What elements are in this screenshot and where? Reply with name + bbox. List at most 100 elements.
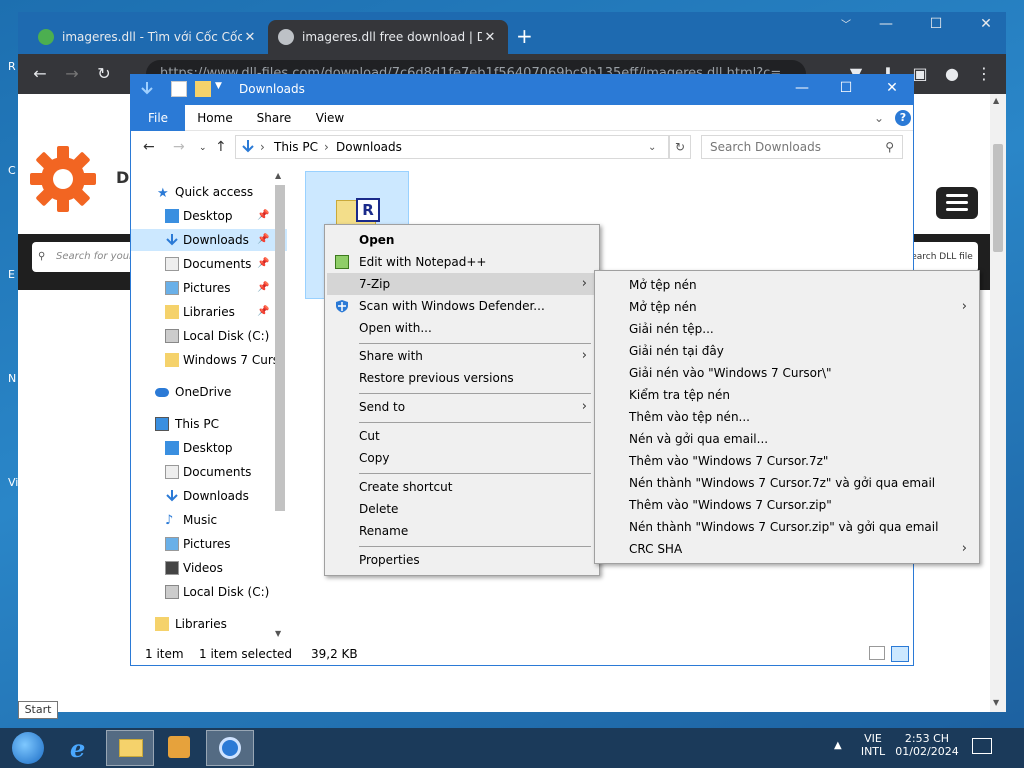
clock[interactable]: 2:53 CH 01/02/2024 [894,732,960,758]
nav-qa-local-disk[interactable]: Local Disk (C:) [131,325,287,347]
browser-tab-2[interactable]: imageres.dll free download | DLL ✕ [268,20,508,54]
forward-arrow-icon[interactable]: → [60,64,84,83]
chevron-down-icon[interactable]: ⌄ [871,105,887,131]
menu-item-cut[interactable]: Cut [327,425,597,447]
scroll-down-icon[interactable]: ▼ [275,629,281,638]
minimize-button[interactable]: — [866,16,906,32]
nav-pc-desktop[interactable]: Desktop [131,437,287,459]
menu-item-delete[interactable]: Delete [327,498,597,520]
help-icon[interactable]: ? [895,110,911,126]
zip-open-archive[interactable]: Mở tệp nén [597,274,977,296]
up-arrow-icon[interactable]: ↑ [215,139,227,155]
customize-toolbar-icon[interactable]: ▼ [215,81,231,97]
scroll-up-icon[interactable]: ▲ [275,171,281,180]
scrollbar-thumb[interactable] [275,185,285,511]
zip-add-to-archive[interactable]: Thêm vào tệp nén... [597,406,977,428]
search-field[interactable]: Search Downloads ⚲ [701,135,903,159]
menu-icon[interactable]: ⋮ [972,64,996,83]
start-button[interactable] [4,730,52,766]
new-tab-button[interactable]: + [516,24,533,48]
zip-extract-here[interactable]: Giải nén tại đây [597,340,977,362]
zip-compress-7z-email[interactable]: Nén thành "Windows 7 Cursor.7z" và gởi q… [597,472,977,494]
nav-qa-documents[interactable]: Documents 📌 [131,253,287,275]
breadcrumb-downloads[interactable]: Downloads [336,140,402,154]
address-bar[interactable]: › This PC › Downloads ⌄ [235,135,669,159]
address-dropdown-icon[interactable]: ⌄ [648,142,656,153]
close-tab-icon[interactable]: ✕ [242,30,258,45]
maximize-button[interactable]: ☐ [823,80,869,96]
forward-arrow-icon[interactable]: → [173,139,185,155]
back-arrow-icon[interactable]: ← [143,139,155,155]
profile-icon[interactable]: ● [940,64,964,83]
close-tab-icon[interactable]: ✕ [482,30,498,45]
tab-file[interactable]: File [131,105,185,131]
nav-qa-desktop[interactable]: Desktop 📌 [131,205,287,227]
nav-pc-music[interactable]: ♪ Music [131,509,287,531]
recent-chevron-icon[interactable]: ⌄ [199,143,207,153]
minimize-button[interactable]: — [779,80,825,96]
language-indicator[interactable]: VIE INTL [856,732,890,758]
menu-item-edit-notepad[interactable]: Edit with Notepad++ [327,251,597,273]
menu-item-share-with[interactable]: Share with › [327,345,597,367]
menu-item-properties[interactable]: Properties [327,549,597,571]
browser-tab-1[interactable]: imageres.dll - Tìm với Cốc Cốc ✕ [28,20,268,54]
zip-compress-zip-email[interactable]: Nén thành "Windows 7 Cursor.zip" và gởi … [597,516,977,538]
close-window-button[interactable]: ✕ [966,16,1006,32]
breadcrumb-this-pc[interactable]: This PC [274,140,318,154]
menu-item-copy[interactable]: Copy [327,447,597,469]
new-folder-icon[interactable] [195,81,211,97]
search-dll-button[interactable]: earch DLL file [906,242,978,272]
taskbar-chrome[interactable] [206,730,254,766]
refresh-icon[interactable]: ↻ [669,135,691,159]
menu-item-create-shortcut[interactable]: Create shortcut [327,476,597,498]
menu-item-send-to[interactable]: Send to › [327,396,597,418]
taskbar-media-player[interactable] [156,730,204,766]
tab-home[interactable]: Home [193,105,237,131]
page-scrollbar[interactable]: ▲ ▼ [990,94,1006,712]
details-view-icon[interactable] [869,646,885,660]
menu-item-scan-defender[interactable]: Scan with Windows Defender... [327,295,597,317]
tab-share[interactable]: Share [251,105,297,131]
zip-crc-sha[interactable]: CRC SHA › [597,538,977,560]
nav-qa-windows7-cursor[interactable]: Windows 7 Curs [131,349,287,371]
nav-libraries[interactable]: Libraries [131,613,287,635]
nav-quick-access[interactable]: ★ Quick access [131,181,287,203]
close-window-button[interactable]: ✕ [869,80,915,96]
properties-icon[interactable] [171,81,187,97]
zip-extract-to-folder[interactable]: Giải nén vào "Windows 7 Cursor\" [597,362,977,384]
zip-add-to-zip[interactable]: Thêm vào "Windows 7 Cursor.zip" [597,494,977,516]
nav-pc-downloads[interactable]: Downloads [131,485,287,507]
hamburger-menu-icon[interactable] [936,187,978,219]
nav-pc-pictures[interactable]: Pictures [131,533,287,555]
scroll-down-icon[interactable]: ▼ [993,698,999,707]
zip-test-archive[interactable]: Kiểm tra tệp nén [597,384,977,406]
large-icons-view-icon[interactable] [891,646,909,662]
zip-add-to-7z[interactable]: Thêm vào "Windows 7 Cursor.7z" [597,450,977,472]
menu-item-rename[interactable]: Rename [327,520,597,542]
menu-item-restore-versions[interactable]: Restore previous versions [327,367,597,389]
nav-this-pc[interactable]: This PC [131,413,287,435]
nav-onedrive[interactable]: OneDrive [131,381,287,403]
scroll-up-icon[interactable]: ▲ [993,96,999,105]
zip-open-archive-submenu[interactable]: Mở tệp nén › [597,296,977,318]
reload-icon[interactable]: ↻ [92,64,116,83]
notification-icon[interactable] [972,738,992,754]
nav-pc-videos[interactable]: Videos [131,557,287,579]
zip-extract-files[interactable]: Giải nén tệp... [597,318,977,340]
back-arrow-icon[interactable]: ← [28,64,52,83]
tray-expand-icon[interactable]: ▲ [834,740,842,751]
tab-view[interactable]: View [307,105,353,131]
nav-qa-libraries[interactable]: Libraries 📌 [131,301,287,323]
menu-item-open-with[interactable]: Open with... [327,317,597,339]
menu-item-7zip[interactable]: 7-Zip › [327,273,597,295]
maximize-button[interactable]: ☐ [916,16,956,32]
nav-scrollbar[interactable]: ▲ ▼ [271,171,287,641]
taskbar-explorer[interactable] [106,730,154,766]
menu-item-open[interactable]: Open [327,229,597,251]
nav-qa-pictures[interactable]: Pictures 📌 [131,277,287,299]
scrollbar-thumb[interactable] [993,144,1003,252]
taskbar-ie[interactable]: e [58,730,106,766]
chevron-down-icon[interactable]: ﹀ [826,16,866,31]
nav-pc-documents[interactable]: Documents [131,461,287,483]
zip-compress-email[interactable]: Nén và gởi qua email... [597,428,977,450]
